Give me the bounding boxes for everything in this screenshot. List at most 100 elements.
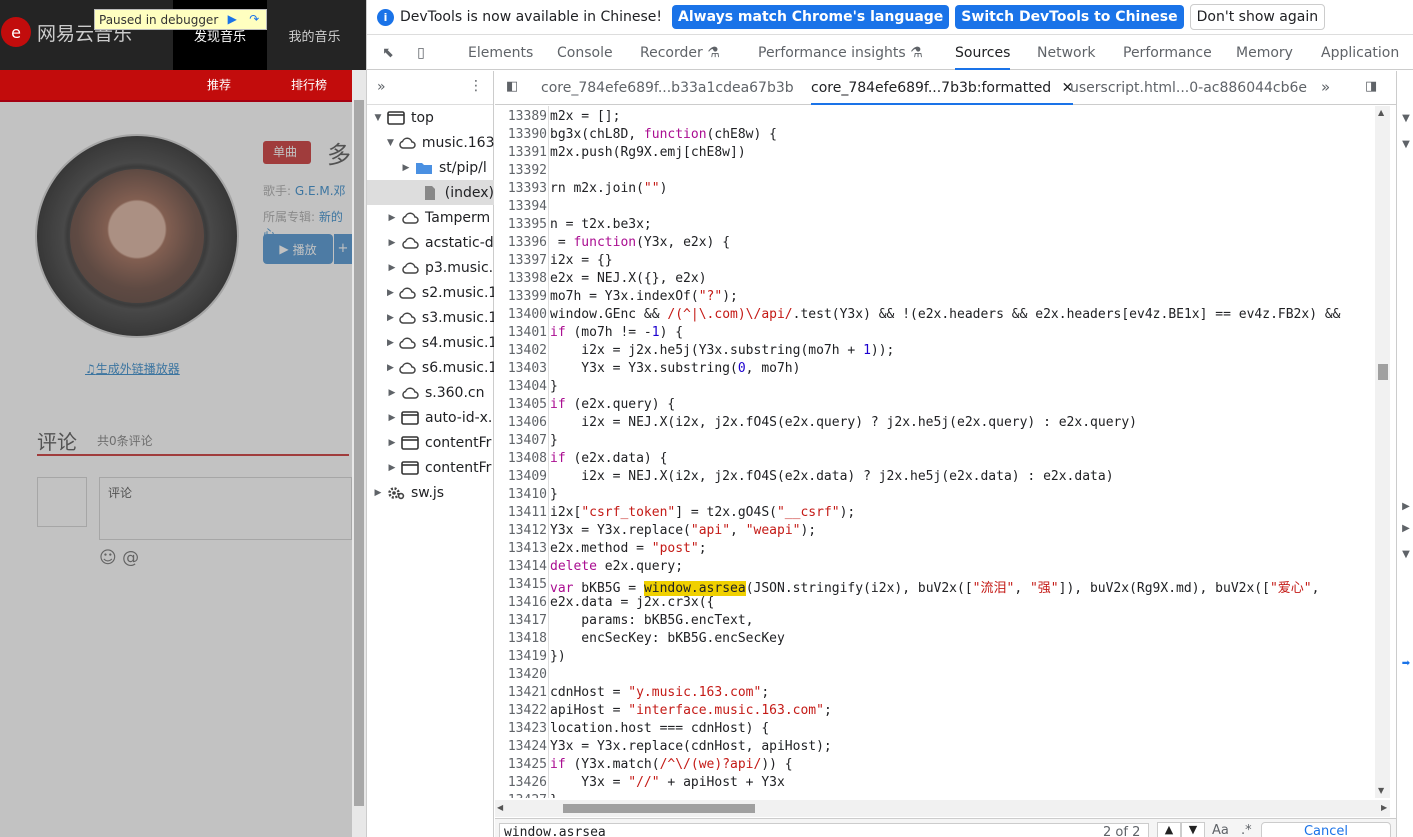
collapsed-arrow-icon[interactable]: ▶	[387, 363, 394, 373]
line-number[interactable]: 13427	[495, 793, 547, 798]
collapsed-arrow-icon[interactable]: ▶	[387, 263, 397, 273]
line-number[interactable]: 13405	[495, 397, 547, 412]
code-line[interactable]: i2x = NEJ.X(i2x, j2x.fO4S(e2x.query) ? j…	[550, 415, 1137, 430]
resume-icon[interactable]: ▶	[224, 13, 240, 26]
line-number[interactable]: 13392	[495, 163, 547, 178]
code-line[interactable]: rn m2x.join("")	[550, 181, 667, 196]
code-line[interactable]: }	[550, 433, 558, 448]
code-line[interactable]: m2x.push(Rg9X.emj[chE8w])	[550, 145, 746, 160]
code-line[interactable]: i2x = j2x.he5j(Y3x.substring(mo7h + 1));	[550, 343, 894, 358]
tab-performance[interactable]: Performance	[1123, 36, 1212, 70]
scroll-up-icon[interactable]: ▲	[1378, 108, 1384, 117]
code-line[interactable]: }	[550, 379, 558, 394]
horizontal-scroll-thumb[interactable]	[563, 804, 755, 813]
collapsed-arrow-icon[interactable]: ▶	[387, 438, 397, 448]
line-number[interactable]: 13421	[495, 685, 547, 700]
line-number[interactable]: 13389	[495, 109, 547, 124]
step-over-icon[interactable]: ↷	[246, 13, 262, 26]
line-number[interactable]: 13390	[495, 127, 547, 142]
line-number[interactable]: 13418	[495, 631, 547, 646]
tab-network[interactable]: Network	[1037, 36, 1095, 70]
code-line[interactable]: cdnHost = "y.music.163.com";	[550, 685, 769, 700]
subnav-rank[interactable]: 排行榜	[291, 70, 327, 100]
code-line[interactable]: m2x = [];	[550, 109, 620, 124]
code-line[interactable]: }	[550, 487, 558, 502]
code-line[interactable]: if (e2x.query) {	[550, 397, 675, 412]
tree-item[interactable]: ▶ contentFr	[367, 430, 494, 455]
collapsed-arrow-icon[interactable]: ▶	[373, 488, 383, 498]
line-number[interactable]: 13404	[495, 379, 547, 394]
toggle-debugger-icon[interactable]: ◨	[1365, 79, 1377, 94]
tree-item[interactable]: ▶ contentFr	[367, 455, 494, 480]
code-line[interactable]: })	[550, 649, 566, 664]
find-cancel-button[interactable]: Cancel	[1261, 822, 1391, 837]
collapsed-arrow-icon[interactable]: ▶	[387, 388, 397, 398]
vertical-scroll-thumb[interactable]	[1378, 364, 1388, 380]
pane-collapse-icon[interactable]: ▶	[1400, 523, 1412, 534]
find-input[interactable]: window.asrsea	[499, 823, 1149, 837]
pane-expand-icon[interactable]: ▼	[1400, 139, 1412, 150]
tree-item[interactable]: ▶ s3.music.1	[367, 305, 494, 330]
scroll-down-icon[interactable]: ▼	[1378, 786, 1384, 795]
collapsed-arrow-icon[interactable]: ▶	[401, 163, 411, 173]
line-number[interactable]: 13401	[495, 325, 547, 340]
device-toolbar-icon[interactable]: ▯	[412, 44, 430, 62]
code-line[interactable]: window.GEnc && /(^|\.com)\/api/.test(Y3x…	[550, 307, 1341, 322]
code-line[interactable]: mo7h = Y3x.indexOf("?");	[550, 289, 738, 304]
code-line[interactable]: i2x = {}	[550, 253, 613, 268]
code-line[interactable]: e2x.data = j2x.cr3x({	[550, 595, 714, 610]
subnav-recommend[interactable]: 推荐	[207, 70, 231, 100]
code-line[interactable]: i2x["csrf_token"] = t2x.gO4S("__csrf");	[550, 505, 855, 520]
inspect-element-icon[interactable]: ⬉	[379, 44, 397, 62]
line-number[interactable]: 13422	[495, 703, 547, 718]
code-line[interactable]: if (Y3x.match(/^\/(we)?api/)) {	[550, 757, 793, 772]
code-line[interactable]: Y3x = Y3x.replace("api", "weapi");	[550, 523, 816, 538]
tree-item[interactable]: ▶ Tamperm	[367, 205, 494, 230]
tree-item[interactable]: ▶ s.360.cn	[367, 380, 494, 405]
code-line[interactable]: i2x = NEJ.X(i2x, j2x.fO4S(e2x.data) ? j2…	[550, 469, 1113, 484]
line-number[interactable]: 13426	[495, 775, 547, 790]
line-number[interactable]: 13412	[495, 523, 547, 538]
line-number[interactable]: 13420	[495, 667, 547, 682]
code-line[interactable]: location.host === cdnHost) {	[550, 721, 769, 736]
tree-item[interactable]: ▶ s6.music.1	[367, 355, 494, 380]
code-line[interactable]: Y3x = Y3x.replace(cdnHost, apiHost);	[550, 739, 832, 754]
line-number[interactable]: 13400	[495, 307, 547, 322]
tree-item[interactable]: ▶ st/pip/l	[367, 155, 494, 180]
tree-item[interactable]: (index)	[367, 180, 494, 205]
switch-chinese-button[interactable]: Switch DevTools to Chinese	[955, 5, 1184, 29]
line-number[interactable]: 13424	[495, 739, 547, 754]
tree-item[interactable]: ▼ top	[367, 105, 494, 130]
editor-vertical-scrollbar[interactable]: ▲ ▼	[1375, 106, 1390, 798]
line-number[interactable]: 13411	[495, 505, 547, 520]
file-tab-userscript[interactable]: userscript.html...0-ac886044cb6e	[1070, 71, 1307, 105]
file-tab-core-formatted[interactable]: core_784efe689f...7b3b:formatted ✕	[811, 71, 1074, 105]
line-number[interactable]: 13415	[495, 577, 547, 592]
nav-mine[interactable]: 我的音乐	[267, 0, 362, 70]
breakpoint-marker-icon[interactable]: ➡	[1400, 658, 1412, 669]
pane-expand-icon[interactable]: ▼	[1400, 113, 1412, 124]
collapsed-arrow-icon[interactable]: ▶	[387, 338, 394, 348]
page-scrollbar[interactable]	[352, 70, 366, 837]
line-number[interactable]: 13425	[495, 757, 547, 772]
tree-item[interactable]: ▶ p3.music.	[367, 255, 494, 280]
tab-performance-insights[interactable]: Performance insights ⚗	[758, 36, 923, 70]
line-number[interactable]: 13391	[495, 145, 547, 160]
line-number[interactable]: 13410	[495, 487, 547, 502]
line-number[interactable]: 13402	[495, 343, 547, 358]
tab-sources[interactable]: Sources	[955, 36, 1011, 70]
code-line[interactable]: Y3x = Y3x.substring(0, mo7h)	[550, 361, 800, 376]
code-line[interactable]: delete e2x.query;	[550, 559, 683, 574]
code-line[interactable]: e2x = NEJ.X({}, e2x)	[550, 271, 707, 286]
line-number[interactable]: 13416	[495, 595, 547, 610]
toggle-navigator-icon[interactable]: ◧	[506, 79, 518, 94]
code-editor[interactable]: 13389 m2x = []; 13390 bg3x(chL8D, function(…	[495, 106, 1375, 798]
line-number[interactable]: 13417	[495, 613, 547, 628]
line-number[interactable]: 13394	[495, 199, 547, 214]
code-line[interactable]: if (mo7h != -1) {	[550, 325, 683, 340]
code-line[interactable]: var bKB5G = window.asrsea(JSON.stringify…	[550, 577, 1319, 596]
code-line[interactable]: params: bKB5G.encText,	[550, 613, 753, 628]
pane-expand-icon[interactable]: ▼	[1400, 549, 1412, 560]
line-number[interactable]: 13409	[495, 469, 547, 484]
code-line[interactable]: n = t2x.be3x;	[550, 217, 652, 232]
